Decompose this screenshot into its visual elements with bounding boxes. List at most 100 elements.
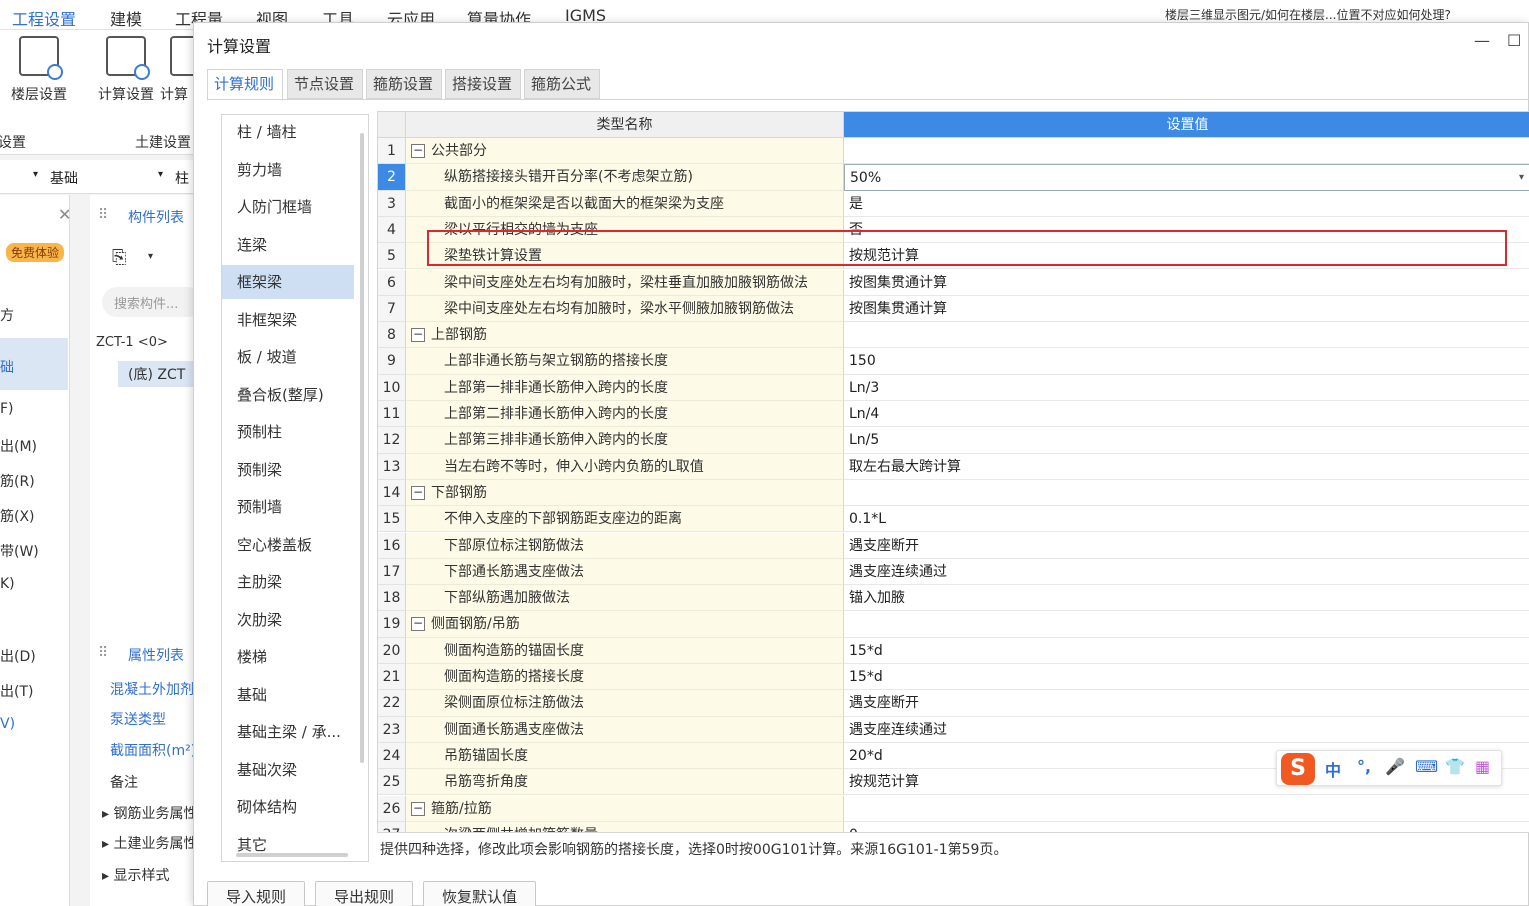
drag-handle-icon[interactable]: ⠿: [98, 645, 108, 661]
setting-value-cell[interactable]: 0: [844, 822, 1529, 832]
grid-row[interactable]: 12 上部第三排非通长筋伸入跨内的长度 Ln/5: [378, 427, 1529, 454]
tab-stirrup-formula[interactable]: 箍筋公式: [524, 69, 600, 99]
nav-item[interactable]: 出(M): [0, 436, 37, 456]
tree-item[interactable]: ZCT-1 <0>: [96, 335, 168, 350]
import-rules-button[interactable]: 导入规则: [207, 881, 306, 906]
category-item[interactable]: 预制墙: [222, 490, 354, 524]
tab-lap-settings[interactable]: 搭接设置: [445, 69, 521, 99]
property-item[interactable]: 备注: [110, 772, 138, 792]
floor-type-select[interactable]: 基础: [50, 168, 78, 188]
setting-value-cell[interactable]: [844, 796, 1529, 822]
maximize-icon[interactable]: ☐: [1507, 31, 1521, 50]
setting-value-cell[interactable]: 否: [844, 217, 1529, 244]
grid-row[interactable]: 3 截面小的框架梁是否以截面大的框架梁为支座 是: [378, 190, 1529, 217]
category-item[interactable]: 次肋梁: [222, 603, 354, 637]
chevron-down-icon[interactable]: ▾: [148, 251, 153, 262]
ribbon-help-note[interactable]: 楼层三维显示图元/如何在楼层...位置不对应如何处理?: [1165, 6, 1525, 23]
grid-group-row[interactable]: 8− 上部钢筋: [378, 322, 1529, 349]
category-item[interactable]: 人防门框墙: [222, 190, 354, 224]
setting-value-cell[interactable]: Ln/4: [844, 401, 1529, 428]
setting-value-cell[interactable]: Ln/5: [844, 427, 1529, 454]
sogou-logo-icon[interactable]: S: [1281, 753, 1315, 785]
dropdown-arrow-icon[interactable]: ▾: [1519, 165, 1524, 191]
setting-value-cell[interactable]: 是: [844, 191, 1529, 217]
setting-value-cell[interactable]: 150: [844, 348, 1529, 375]
setting-value-cell[interactable]: [844, 138, 1529, 165]
setting-value-cell[interactable]: 遇支座连续通过: [844, 717, 1529, 743]
category-item[interactable]: 基础: [222, 678, 354, 712]
category-item[interactable]: 板 / 坡道: [222, 340, 354, 374]
toolbox-icon[interactable]: ▦: [1475, 757, 1490, 776]
nav-item[interactable]: 出(D): [0, 646, 36, 666]
minimize-icon[interactable]: —: [1474, 31, 1490, 50]
grid-group-row[interactable]: 26− 箍筋/拉筋: [378, 795, 1529, 822]
setting-value-cell[interactable]: [844, 611, 1529, 638]
nav-item[interactable]: 筋(R): [0, 471, 35, 491]
grid-row[interactable]: 16 下部原位标注钢筋做法 遇支座断开: [378, 532, 1529, 559]
property-group[interactable]: ▸ 钢筋业务属性: [102, 803, 197, 823]
grid-row[interactable]: 10 上部第一排非通长筋伸入跨内的长度 Ln/3: [378, 374, 1529, 401]
nav-item[interactable]: K): [0, 576, 15, 592]
collapse-toggle-icon[interactable]: −: [411, 328, 425, 343]
grid-row[interactable]: 7 梁中间支座处左右均有加腋时，梁水平侧腋加腋钢筋做法 按图集贯通计算: [378, 295, 1529, 323]
nav-item[interactable]: 础: [0, 357, 14, 377]
category-item[interactable]: 楼梯: [222, 640, 354, 674]
nav-item[interactable]: 带(W): [0, 541, 39, 561]
chevron-down-icon[interactable]: ▾: [33, 169, 38, 180]
grid-row[interactable]: 15 不伸入支座的下部钢筋距支座边的距离 0.1*L: [378, 506, 1529, 533]
category-item[interactable]: 非框架梁: [222, 303, 354, 337]
grid-group-row[interactable]: 1− 公共部分: [378, 138, 1529, 165]
ime-chinese-mode[interactable]: 中: [1325, 757, 1341, 781]
grid-row[interactable]: 6 梁中间支座处左右均有加腋时，梁柱垂直加腋加腋钢筋做法 按图集贯通计算: [378, 269, 1529, 296]
floor-settings-button[interactable]: 楼层设置: [4, 36, 74, 104]
category-item[interactable]: 主肋梁: [222, 565, 354, 599]
category-item[interactable]: 基础主梁 / 承...: [222, 715, 354, 749]
collapse-toggle-icon[interactable]: −: [411, 485, 425, 500]
property-group[interactable]: ▸ 显示样式: [102, 865, 169, 885]
setting-value-cell[interactable]: 遇支座断开: [844, 533, 1529, 559]
category-item[interactable]: 连梁: [222, 228, 354, 262]
component-search-input[interactable]: 搜索构件...: [102, 287, 202, 317]
setting-value-cell[interactable]: Ln/3: [844, 375, 1529, 401]
category-item[interactable]: 预制柱: [222, 415, 354, 449]
setting-value-cell[interactable]: [844, 480, 1529, 507]
category-item[interactable]: 柱 / 墙柱: [222, 115, 354, 149]
drag-handle-icon[interactable]: ⠿: [98, 207, 108, 223]
collapse-toggle-icon[interactable]: −: [411, 617, 425, 632]
tab-calc-rules[interactable]: 计算规则: [207, 69, 283, 101]
grid-row[interactable]: 9 上部非通长筋与架立钢筋的搭接长度 150: [378, 348, 1529, 375]
grid-row[interactable]: 22 梁侧面原位标注筋做法 遇支座断开: [378, 690, 1529, 717]
chevron-down-icon[interactable]: ▾: [158, 169, 163, 180]
grid-row[interactable]: 2 纵筋搭接接头错开百分率(不考虑架立筋) 50% ▾: [378, 164, 1529, 191]
nav-item[interactable]: F): [0, 401, 14, 417]
grid-group-row[interactable]: 14− 下部钢筋: [378, 479, 1529, 507]
skin-icon[interactable]: 👕: [1445, 757, 1465, 776]
export-rules-button[interactable]: 导出规则: [315, 881, 414, 906]
property-item[interactable]: 截面面积(m²): [110, 740, 196, 760]
ime-punctuation-icon[interactable]: °,: [1357, 757, 1371, 776]
setting-value-cell[interactable]: 遇支座连续通过: [844, 559, 1529, 586]
grid-row[interactable]: 27 次梁两侧共增加箍筋数量 0: [378, 821, 1529, 832]
property-item[interactable]: 泵送类型: [110, 709, 166, 729]
component-type-select[interactable]: 柱: [175, 168, 189, 188]
column-header-value[interactable]: 设置值: [844, 112, 1529, 138]
nav-item[interactable]: V): [0, 716, 15, 732]
collapse-toggle-icon[interactable]: −: [411, 144, 425, 158]
collapse-toggle-icon[interactable]: −: [411, 801, 425, 816]
setting-value-cell[interactable]: 锚入加腋: [844, 585, 1529, 612]
tree-child-item[interactable]: (底) ZCT: [118, 361, 200, 387]
tab-stirrup-settings[interactable]: 箍筋设置: [366, 69, 442, 99]
setting-value-cell[interactable]: 按规范计算: [844, 243, 1529, 270]
category-item[interactable]: 预制梁: [222, 453, 354, 487]
setting-value-cell[interactable]: 遇支座断开: [844, 690, 1529, 717]
grid-row[interactable]: 4 梁以平行相交的墙为支座 否: [378, 216, 1529, 244]
category-item[interactable]: 剪力墙: [222, 153, 354, 187]
restore-defaults-button[interactable]: 恢复默认值: [423, 881, 537, 906]
grid-row[interactable]: 11 上部第二排非通长筋伸入跨内的长度 Ln/4: [378, 401, 1529, 428]
setting-value-cell[interactable]: 50% ▾: [844, 164, 1529, 191]
grid-row[interactable]: 5 梁垫铁计算设置 按规范计算: [378, 243, 1529, 270]
setting-value-cell[interactable]: 取左右最大跨计算: [844, 454, 1529, 480]
calc-settings-button[interactable]: 计算设置: [91, 36, 161, 104]
nav-item[interactable]: 筋(X): [0, 506, 35, 526]
column-header-name[interactable]: 类型名称: [406, 112, 844, 138]
